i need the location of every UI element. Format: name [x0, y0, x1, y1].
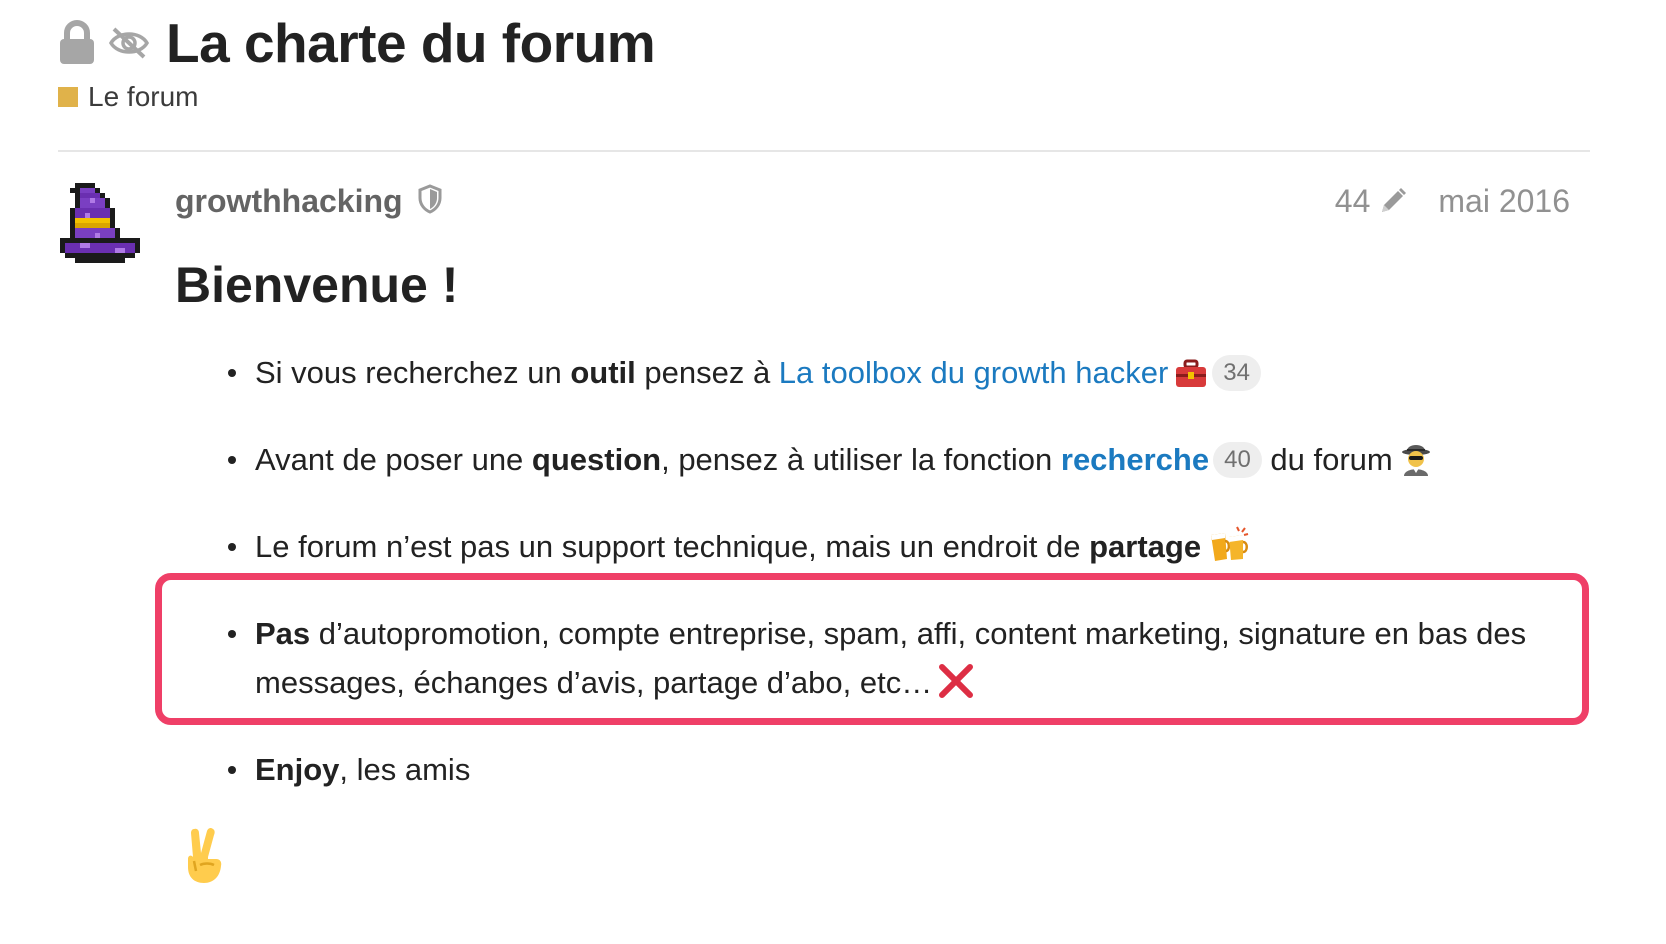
- topic-divider: [58, 150, 1590, 152]
- username[interactable]: growthhacking: [175, 183, 403, 220]
- list-item: Enjoy, les amis: [218, 745, 1558, 794]
- item-bold: Enjoy: [255, 752, 340, 787]
- item-text: Si vous recherchez un: [255, 355, 571, 390]
- avatar[interactable]: [60, 183, 150, 283]
- item-bold: partage: [1089, 529, 1202, 564]
- item-bold: question: [531, 442, 662, 477]
- detective-icon: [1399, 440, 1433, 490]
- post-date[interactable]: mai 2016: [1438, 183, 1570, 220]
- topic-title-row: La charte du forum: [58, 8, 656, 78]
- victory-hand-icon: [180, 825, 230, 890]
- highlight-annotation-box: [155, 573, 1589, 725]
- beers-icon: [1207, 525, 1251, 577]
- post-heading: Bienvenue !: [175, 257, 459, 313]
- item-text: , pensez à utiliser la fonction: [661, 442, 1061, 477]
- list-item: Si vous recherchez un outil pensez à La …: [218, 348, 1558, 403]
- item-text: du forum: [1261, 442, 1393, 477]
- pencil-icon[interactable]: [1378, 186, 1408, 216]
- item-text: , les amis: [339, 752, 471, 787]
- category-badge[interactable]: Le forum: [58, 80, 199, 114]
- search-link[interactable]: recherche: [1061, 442, 1209, 477]
- item-text: Le forum n’est pas un support technique,…: [255, 529, 1090, 564]
- shield-icon: [417, 183, 443, 219]
- eye-slash-icon: [108, 26, 150, 60]
- list-item: Le forum n’est pas un support technique,…: [218, 522, 1558, 577]
- click-count-badge: 34: [1212, 355, 1261, 391]
- list-item: Avant de poser une question, pensez à ut…: [218, 435, 1558, 490]
- category-color-swatch: [58, 87, 78, 107]
- item-text: Avant de poser une: [255, 442, 532, 477]
- post-author-row: growthhacking: [175, 178, 443, 224]
- category-name[interactable]: Le forum: [88, 81, 199, 113]
- click-count-badge: 40: [1213, 442, 1262, 478]
- post-meta: 44 mai 2016: [1335, 178, 1570, 224]
- toolbox-icon: [1174, 354, 1208, 403]
- item-text: pensez à: [635, 355, 779, 390]
- edit-count[interactable]: 44: [1335, 183, 1371, 220]
- topic-title[interactable]: La charte du forum: [166, 11, 656, 75]
- item-bold: outil: [570, 355, 636, 390]
- lock-icon: [58, 20, 96, 66]
- toolbox-link[interactable]: La toolbox du growth hacker: [779, 355, 1168, 390]
